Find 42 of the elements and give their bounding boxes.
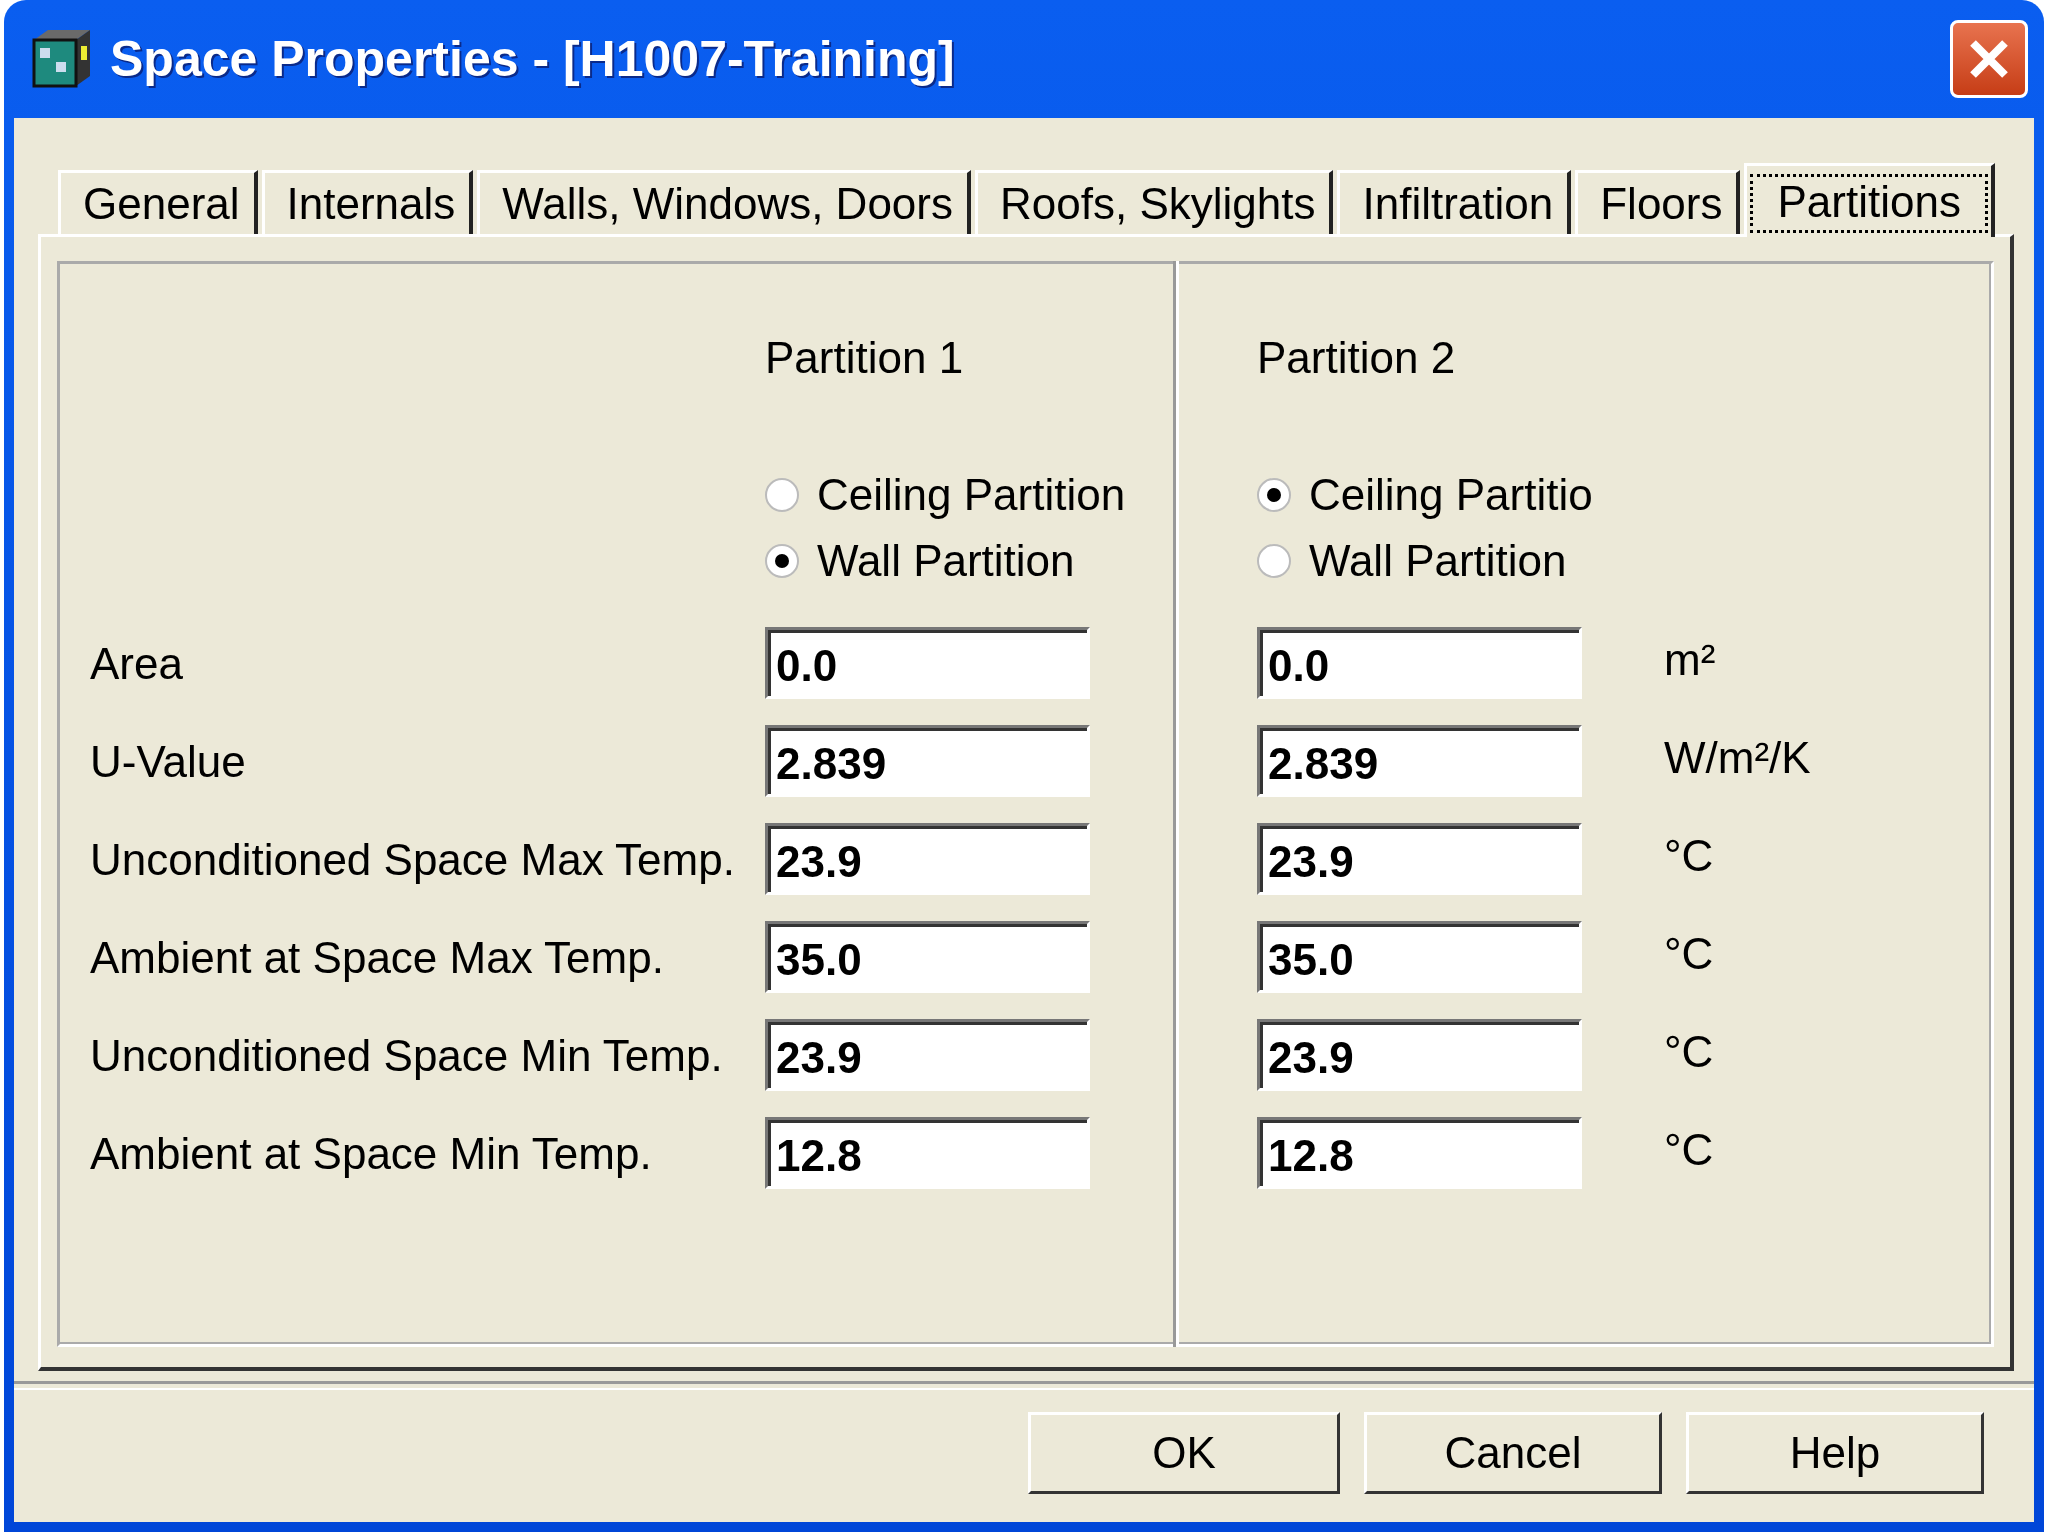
dialog-button[interactable]: Help — [1686, 1412, 1984, 1494]
input-field[interactable]: 23.9 — [1257, 823, 1582, 895]
input-field[interactable]: 12.8 — [765, 1117, 1090, 1189]
radio-button[interactable]: Ceiling Partitio — [1257, 470, 1593, 520]
tab[interactable]: Partitions — [1744, 163, 1995, 237]
radio-button[interactable]: Wall Partition — [1257, 536, 1567, 586]
dialog-button[interactable]: OK — [1028, 1412, 1340, 1494]
input-field[interactable]: 35.0 — [765, 921, 1090, 993]
tab[interactable]: Walls, Windows, Doors — [477, 170, 971, 234]
unit-label: °C — [1663, 1124, 1715, 1176]
unit-label: m² — [1663, 634, 1717, 686]
field-label: Unconditioned Space Max Temp. — [90, 834, 736, 886]
tab[interactable]: General — [58, 170, 258, 234]
field-label: U-Value — [90, 736, 247, 788]
tab[interactable]: Infiltration — [1337, 170, 1572, 234]
input-field[interactable]: 2.839 — [765, 725, 1090, 797]
input-field[interactable]: 0.0 — [1257, 627, 1582, 699]
input-field[interactable]: 2.839 — [1257, 725, 1582, 797]
window-title: Space Properties - [H1007-Training] — [110, 30, 956, 88]
input-field[interactable]: 23.9 — [1257, 1019, 1582, 1091]
unit-label: °C — [1663, 928, 1715, 980]
partition-heading: Partition 2 — [1257, 333, 1457, 383]
input-field[interactable]: 23.9 — [765, 823, 1090, 895]
close-button[interactable] — [1950, 20, 2028, 98]
tab[interactable]: Internals — [261, 170, 474, 234]
field-label: Area — [90, 638, 184, 690]
field-label: Unconditioned Space Min Temp. — [90, 1030, 724, 1082]
unit-label: °C — [1663, 830, 1715, 882]
partition-heading: Partition 1 — [765, 333, 965, 383]
field-label: Ambient at Space Max Temp. — [90, 932, 665, 984]
input-field[interactable]: 0.0 — [765, 627, 1090, 699]
field-label: Ambient at Space Min Temp. — [90, 1128, 653, 1180]
tab[interactable]: Floors — [1575, 170, 1741, 234]
dialog-button[interactable]: Cancel — [1364, 1412, 1662, 1494]
input-field[interactable]: 35.0 — [1257, 921, 1582, 993]
tab[interactable]: Roofs, Skylights — [975, 170, 1334, 234]
input-field[interactable]: 23.9 — [765, 1019, 1090, 1091]
unit-label: °C — [1663, 1026, 1715, 1078]
input-field[interactable]: 12.8 — [1257, 1117, 1582, 1189]
radio-button[interactable]: Wall Partition — [765, 536, 1075, 586]
radio-button[interactable]: Ceiling Partition — [765, 470, 1126, 520]
unit-label: W/m²/K — [1663, 732, 1812, 784]
